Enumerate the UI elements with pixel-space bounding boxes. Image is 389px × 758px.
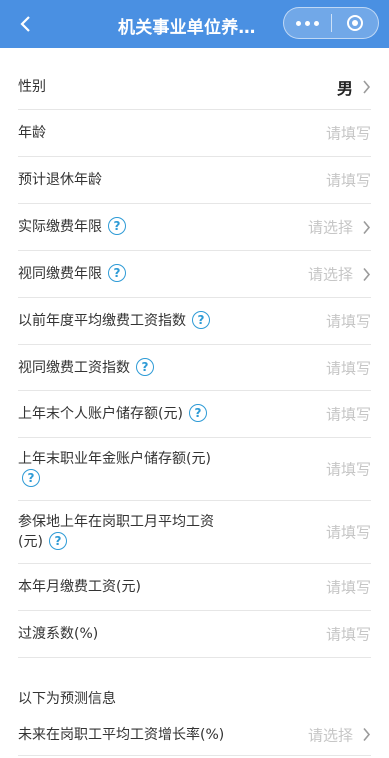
help-icon[interactable]: ? xyxy=(22,469,40,487)
help-icon[interactable]: ? xyxy=(192,311,210,329)
form-label: 实际缴费年限? xyxy=(18,217,126,237)
chevron-right-icon xyxy=(361,727,371,742)
transition-coefficient-input[interactable]: 请填写 xyxy=(326,624,371,645)
help-icon[interactable]: ? xyxy=(48,532,67,550)
section-title-forecast: 以下为预测信息 xyxy=(18,691,116,707)
form-label: 以前年度平均缴费工资指数? xyxy=(18,311,210,331)
more-button[interactable] xyxy=(284,8,331,38)
form-row-deemed-years[interactable]: 视同缴费年限? 请选择 xyxy=(18,251,371,298)
form-row-wage-growth[interactable]: 未来在岗职工平均工资增长率(%) 请选择 xyxy=(18,714,371,756)
close-button[interactable] xyxy=(331,8,378,38)
gender-value[interactable]: 男 xyxy=(337,75,371,99)
deemed-wage-index-input[interactable]: 请填写 xyxy=(326,357,371,378)
form-value: 请选择 xyxy=(307,265,353,284)
chevron-right-icon xyxy=(361,79,371,94)
back-button[interactable] xyxy=(12,10,40,38)
chevron-right-icon xyxy=(361,267,371,281)
chevron-left-icon xyxy=(20,16,30,32)
form-label-text: 以前年度平均缴费工资指数 xyxy=(18,313,186,329)
form-row-annuity-account[interactable]: 上年末职业年金账户储存额(元)? 请填写 xyxy=(18,438,371,501)
form-label-text: 上年末职业年金账户储存额(元) xyxy=(18,451,211,467)
form-label: 本年月缴费工资(元) xyxy=(18,579,141,595)
local-avg-wage-input[interactable]: 请填写 xyxy=(326,522,371,543)
form-label: 过渡系数(%) xyxy=(18,626,99,642)
page-title: 机关事业单位养… xyxy=(118,18,256,38)
mini-program-capsule xyxy=(283,7,379,39)
form-label: 视同缴费年限? xyxy=(18,264,126,284)
more-dots-icon xyxy=(295,20,319,26)
retirement-age-input[interactable]: 请填写 xyxy=(326,170,371,191)
personal-account-input[interactable]: 请填写 xyxy=(326,404,371,425)
form-label-text: 参保地上年在岗职工月平均工资(元) xyxy=(18,514,214,550)
form-label-text: 视同缴费工资指数 xyxy=(18,359,130,376)
help-icon[interactable]: ? xyxy=(108,264,126,282)
form-value: 请选择 xyxy=(307,218,353,237)
form-label: 性别 xyxy=(18,78,46,95)
form-row-gender[interactable]: 性别 男 xyxy=(18,64,371,110)
form-label: 参保地上年在岗职工月平均工资(元)? xyxy=(18,512,238,552)
monthly-wage-input[interactable]: 请填写 xyxy=(326,577,371,598)
actual-years-select[interactable]: 请选择 xyxy=(308,217,371,238)
age-input[interactable]: 请填写 xyxy=(326,123,371,144)
form-label-text: 上年末个人账户储存额(元) xyxy=(18,406,183,422)
form-label-text: 实际缴费年限 xyxy=(18,219,102,235)
form-row-deemed-wage-index[interactable]: 视同缴费工资指数? 请填写 xyxy=(18,345,371,391)
avg-wage-index-input[interactable]: 请填写 xyxy=(326,311,371,332)
form-row-age[interactable]: 年龄 请填写 xyxy=(18,110,371,157)
form-value: 请选择 xyxy=(307,726,353,744)
wage-growth-select[interactable]: 请选择 xyxy=(308,724,371,745)
form-label: 上年末个人账户储存额(元)? xyxy=(18,404,207,424)
form-row-transition-coefficient[interactable]: 过渡系数(%) 请填写 xyxy=(18,611,371,658)
target-circle-icon xyxy=(346,15,363,31)
form-row-monthly-wage[interactable]: 本年月缴费工资(元) 请填写 xyxy=(18,564,371,611)
pension-form: 性别 男 年龄 请填写 预计退休年龄 请填写 实际缴费年限? 请选择 视同缴费年… xyxy=(0,64,389,658)
chevron-right-icon xyxy=(361,220,371,234)
form-label: 预计退休年龄 xyxy=(18,172,102,188)
form-row-personal-account[interactable]: 上年末个人账户储存额(元)? 请填写 xyxy=(18,391,371,438)
form-row-actual-years[interactable]: 实际缴费年限? 请选择 xyxy=(18,204,371,251)
form-label-text: 视同缴费年限 xyxy=(18,266,102,282)
help-icon[interactable]: ? xyxy=(136,357,154,376)
form-label: 视同缴费工资指数? xyxy=(18,357,154,378)
form-row-retirement-age[interactable]: 预计退休年龄 请填写 xyxy=(18,157,371,204)
annuity-account-input[interactable]: 请填写 xyxy=(326,459,371,480)
form-value: 男 xyxy=(336,78,353,98)
nav-bar: 机关事业单位养… xyxy=(0,0,389,48)
deemed-years-select[interactable]: 请选择 xyxy=(308,264,371,285)
form-label: 年龄 xyxy=(18,125,46,141)
form-row-avg-wage-index[interactable]: 以前年度平均缴费工资指数? 请填写 xyxy=(18,298,371,345)
form-label: 未来在岗职工平均工资增长率(%) xyxy=(18,726,225,743)
help-icon[interactable]: ? xyxy=(108,217,126,235)
form-label: 上年末职业年金账户储存额(元)? xyxy=(18,449,238,489)
form-row-local-avg-wage[interactable]: 参保地上年在岗职工月平均工资(元)? 请填写 xyxy=(18,501,371,564)
help-icon[interactable]: ? xyxy=(188,404,207,422)
